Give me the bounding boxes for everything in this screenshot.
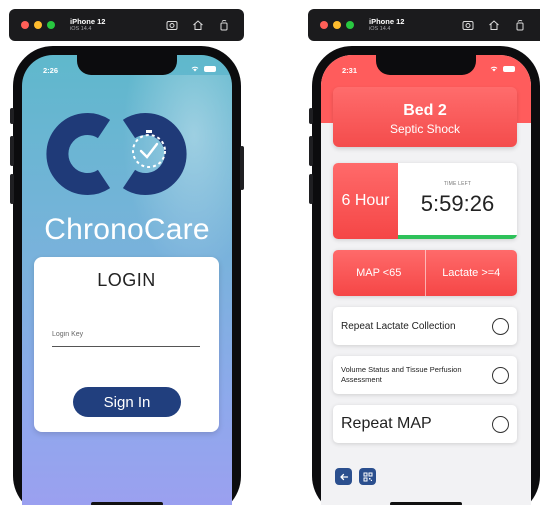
qr-code-icon [363, 472, 372, 481]
close-window-button[interactable] [320, 21, 328, 29]
status-icons [190, 65, 216, 72]
simulator-toolbar-right: iPhone 12 iOS 14.4 [308, 9, 540, 41]
task-label: Repeat MAP [341, 415, 432, 432]
back-button[interactable] [335, 468, 352, 485]
bed-name: Bed 2 [403, 102, 447, 119]
volume-up-button [309, 136, 313, 166]
login-title: LOGIN [97, 270, 156, 290]
simulator-device-name: iPhone 12 [369, 16, 405, 26]
simulator-device-name: iPhone 12 [70, 16, 106, 26]
zoom-window-button[interactable] [47, 21, 55, 29]
phone-bed-detail: 2:31 Bed 2 Septic Shock 6 Hour TIME LEFT… [309, 46, 540, 505]
simulator-device-info: iPhone 12 iOS 14.4 [70, 16, 106, 33]
volume-down-button [309, 174, 313, 204]
timer-progress-fill [398, 235, 517, 239]
timer-progress-bar [398, 235, 517, 239]
time-left-value: 5:59:26 [420, 191, 495, 216]
login-key-input[interactable] [52, 329, 200, 347]
zoom-window-button[interactable] [346, 21, 354, 29]
chronocare-logo [46, 113, 187, 195]
status-time: 2:31 [342, 66, 358, 75]
bed-header-card: Bed 2 Septic Shock [333, 87, 517, 147]
wifi-icon [191, 66, 199, 72]
window-controls [21, 21, 55, 29]
criteria-card: MAP <65 Lactate >=4 [333, 250, 517, 296]
minimize-window-button[interactable] [34, 21, 42, 29]
window-controls [320, 21, 354, 29]
criterion-map: MAP <65 [356, 267, 402, 279]
brand-name: ChronoCare [44, 213, 210, 246]
wifi-icon [490, 66, 498, 72]
criterion-lactate: Lactate >=4 [442, 267, 501, 279]
side-button [10, 108, 14, 124]
volume-up-button [10, 136, 14, 166]
volume-down-button [10, 174, 14, 204]
minimize-window-button[interactable] [333, 21, 341, 29]
simulator-device-info: iPhone 12 iOS 14.4 [369, 16, 405, 33]
phone-login: 2:26 ChronoCare LOGIN Sign In [10, 46, 244, 505]
simulator-toolbar-left: iPhone 12 iOS 14.4 [9, 9, 244, 41]
screenshot-icon[interactable] [462, 19, 474, 31]
power-button [240, 146, 244, 190]
close-window-button[interactable] [21, 21, 29, 29]
notch [77, 55, 177, 75]
simulator-os-version: iOS 14.4 [70, 26, 92, 32]
task-repeat-lactate[interactable]: Repeat Lactate Collection [333, 307, 517, 345]
bed-screen: 2:31 Bed 2 Septic Shock 6 Hour TIME LEFT… [321, 55, 531, 505]
task-volume-status[interactable]: Volume Status and Tissue Perfusion Asses… [333, 356, 517, 394]
home-icon[interactable] [192, 19, 204, 31]
bundle-label: 6 Hour [333, 163, 398, 239]
rotate-icon[interactable] [514, 19, 526, 31]
task-checkbox[interactable] [492, 366, 509, 384]
task-label: Repeat Lactate Collection [341, 320, 456, 332]
login-screen: 2:26 ChronoCare LOGIN Sign In [22, 55, 232, 505]
task-checkbox[interactable] [492, 415, 509, 433]
battery-icon [503, 65, 515, 72]
status-icons [489, 65, 515, 72]
screenshot-icon[interactable] [166, 19, 178, 31]
sign-in-button[interactable]: Sign In [73, 387, 181, 417]
qr-code-button[interactable] [359, 468, 376, 485]
simulator-os-version: iOS 14.4 [369, 26, 391, 32]
task-checkbox[interactable] [492, 317, 509, 335]
side-button [309, 108, 313, 124]
rotate-icon[interactable] [218, 19, 230, 31]
timer-card: 6 Hour TIME LEFT 5:59:26 [333, 163, 517, 239]
arrow-left-icon [339, 473, 348, 480]
status-time: 2:26 [43, 66, 59, 75]
home-icon[interactable] [488, 19, 500, 31]
login-card: LOGIN Sign In [34, 257, 219, 432]
condition-label: Septic Shock [389, 122, 461, 136]
battery-icon [204, 65, 216, 72]
time-left-label: TIME LEFT [443, 181, 472, 187]
notch [376, 55, 476, 75]
task-label: Volume Status and Tissue Perfusion Asses… [341, 365, 462, 384]
task-repeat-map[interactable]: Repeat MAP [333, 405, 517, 443]
